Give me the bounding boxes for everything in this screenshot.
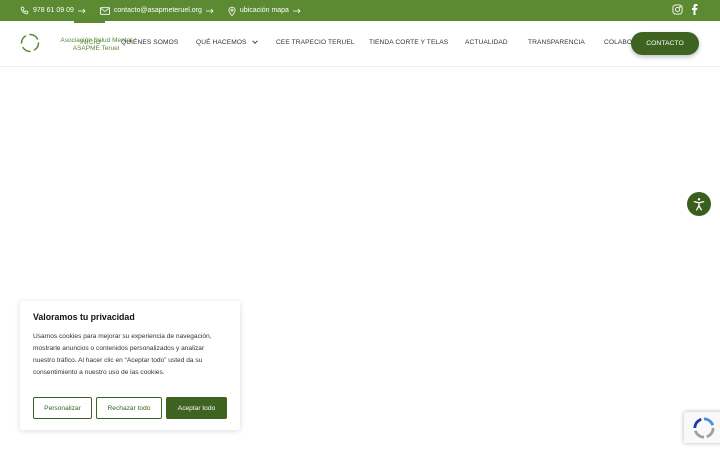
contact-button[interactable]: CONTACTO <box>631 32 699 55</box>
phone-text: 978 61 09 09 <box>33 7 74 14</box>
arrow-right-icon <box>205 8 214 13</box>
nav-item-quienes-somos[interactable]: QUIÉNES SOMOS <box>121 39 178 46</box>
accessibility-button[interactable] <box>687 192 711 216</box>
chevron-down-icon <box>251 40 258 45</box>
instagram-icon <box>672 4 683 15</box>
recaptcha-icon <box>693 416 715 439</box>
recaptcha-badge[interactable] <box>684 412 720 443</box>
cookie-title: Valoramos tu privacidad <box>33 312 135 322</box>
mail-icon <box>99 6 110 15</box>
nav-item-actualidad[interactable]: ACTUALIDAD <box>465 39 508 46</box>
nav-active-indicator <box>74 21 105 23</box>
main-navigation: INICIO QUIÉNES SOMOS QUÉ HACEMOS CEE TRA… <box>0 21 720 67</box>
cookie-actions: Personalizar Rechazar todo Aceptar todo <box>33 397 227 419</box>
email-text: contacto@asapmeteruel.org <box>113 7 202 14</box>
facebook-icon <box>692 4 698 15</box>
reject-all-button[interactable]: Rechazar todo <box>96 397 162 419</box>
map-pin-icon <box>228 6 236 16</box>
nav-item-label: QUÉ HACEMOS <box>196 39 247 46</box>
phone-icon <box>20 6 29 15</box>
location-text: ubicación mapa <box>239 7 289 14</box>
cookie-consent-banner: Valoramos tu privacidad Usamos cookies p… <box>20 301 240 430</box>
nav-item-tienda[interactable]: TIENDA CORTE Y TELAS <box>369 39 448 46</box>
cookie-text: Usamos cookies para mejorar su experienc… <box>33 333 212 376</box>
main-header: Asociación Salud Mental ASAPME Teruel IN… <box>0 21 720 67</box>
customize-button[interactable]: Personalizar <box>33 397 92 419</box>
top-bar: 978 61 09 09 contacto@asapmeteruel.org u… <box>0 0 720 21</box>
email-link[interactable]: contacto@asapmeteruel.org <box>99 6 214 15</box>
instagram-link[interactable] <box>672 4 683 15</box>
arrow-right-icon <box>292 8 301 13</box>
nav-item-inicio[interactable]: INICIO <box>80 39 101 46</box>
phone-link[interactable]: 978 61 09 09 <box>20 6 86 15</box>
location-link[interactable]: ubicación mapa <box>228 6 301 16</box>
arrow-right-icon <box>77 8 86 13</box>
nav-item-transparencia[interactable]: TRANSPARENCIA <box>528 39 585 46</box>
nav-item-que-hacemos[interactable]: QUÉ HACEMOS <box>196 39 258 46</box>
facebook-link[interactable] <box>690 4 699 15</box>
nav-item-cee-trapecio[interactable]: CEE TRAPECIO TERUEL <box>276 39 355 46</box>
accept-all-button[interactable]: Aceptar todo <box>166 397 227 419</box>
accessibility-icon <box>693 198 705 211</box>
